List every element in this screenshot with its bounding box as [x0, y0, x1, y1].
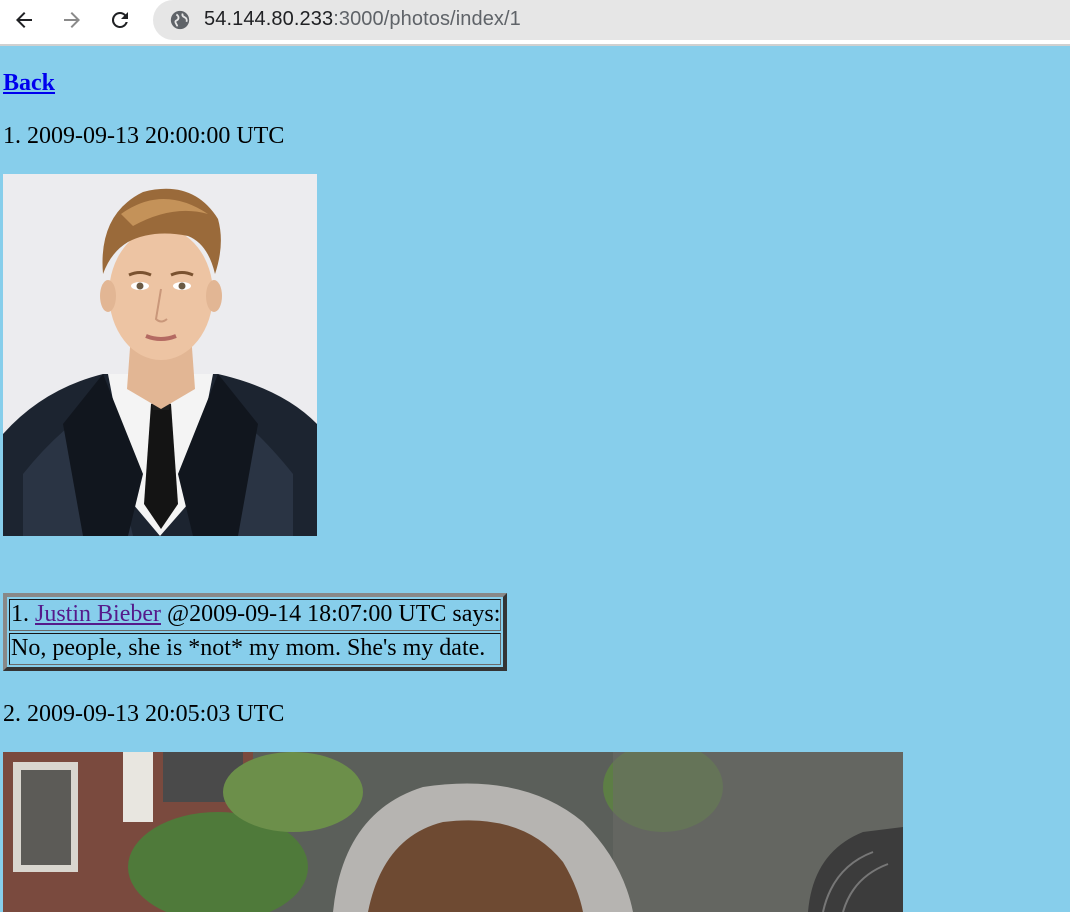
back-link[interactable]: Back — [3, 70, 55, 97]
globe-icon — [170, 10, 190, 30]
photo-heading: 1. 2009-09-13 20:00:00 UTC — [3, 123, 285, 149]
url-host: 54.144.80.233 — [204, 8, 334, 30]
back-nav-button[interactable] — [8, 4, 40, 36]
comment-header-row: 1. Justin Bieber @2009-09-14 18:07:00 UT… — [9, 599, 502, 631]
comment-number: 1. — [11, 601, 29, 627]
street-photo — [3, 752, 903, 912]
photo-image-2[interactable] — [3, 752, 903, 912]
forward-nav-button[interactable] — [56, 4, 88, 36]
arrow-right-icon — [64, 12, 80, 28]
comment-table: 1. Justin Bieber @2009-09-14 18:07:00 UT… — [3, 593, 508, 671]
comment-body-row: No, people, she is *not* my mom. She's m… — [9, 633, 502, 665]
photo-image[interactable] — [3, 174, 317, 536]
comment-body: No, people, she is *not* my mom. She's m… — [9, 633, 502, 665]
browser-toolbar: 54.144.80.233:3000/photos/index/1 — [0, 0, 1070, 46]
reload-button[interactable] — [104, 4, 136, 36]
url-text: 54.144.80.233:3000/photos/index/1 — [204, 8, 521, 31]
comment-header-cell: 1. Justin Bieber @2009-09-14 18:07:00 UT… — [9, 599, 502, 631]
url-path: :3000/photos/index/1 — [333, 8, 521, 30]
reload-icon — [111, 11, 128, 28]
comment-author-link[interactable]: Justin Bieber — [35, 601, 161, 627]
arrow-left-icon — [16, 12, 32, 28]
photo-heading-2: 2. 2009-09-13 20:05:03 UTC — [3, 701, 285, 727]
portrait-photo — [3, 174, 317, 536]
comment-meta: @2009-09-14 18:07:00 UTC says: — [167, 601, 501, 627]
address-bar[interactable]: 54.144.80.233:3000/photos/index/1 — [153, 0, 1070, 40]
